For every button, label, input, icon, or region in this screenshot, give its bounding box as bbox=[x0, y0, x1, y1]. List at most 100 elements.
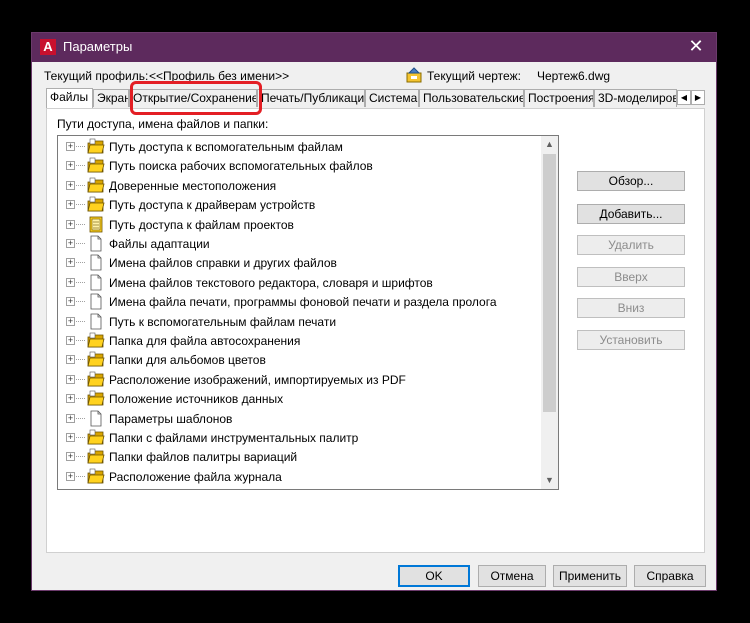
scroll-up-button[interactable]: ▲ bbox=[541, 136, 558, 153]
tree-item-label: Расположение файла журнала bbox=[109, 469, 282, 484]
tree-item-label: Папка для файла автосохранения bbox=[109, 334, 301, 348]
tree-connector bbox=[76, 204, 85, 206]
tree-connector bbox=[76, 437, 85, 438]
current-drawing-value: Чертеж6.dwg bbox=[537, 69, 611, 83]
tree-connector bbox=[76, 184, 85, 186]
help-button[interactable]: Справка bbox=[634, 565, 706, 587]
expand-icon[interactable]: + bbox=[66, 297, 75, 307]
apply-button[interactable]: Применить bbox=[553, 565, 627, 587]
move-up-button[interactable]: Вверх bbox=[577, 267, 685, 287]
tree-connector bbox=[76, 475, 85, 477]
tree-item[interactable]: + Путь к вспомогательным файлам печати bbox=[58, 312, 543, 331]
tab-open-save[interactable]: Открытие/Сохранение bbox=[129, 89, 257, 107]
tree-item-label: Путь к вспомогательным файлам печати bbox=[109, 314, 337, 329]
close-button[interactable]: ✕ bbox=[686, 36, 706, 56]
expand-icon[interactable]: + bbox=[66, 374, 75, 384]
expand-icon[interactable]: + bbox=[66, 239, 75, 248]
tree-connector bbox=[76, 146, 85, 147]
tree-item[interactable]: + Путь доступа к файлам проектов bbox=[58, 215, 543, 234]
expand-icon[interactable]: + bbox=[66, 471, 75, 481]
ok-button[interactable]: OK bbox=[398, 565, 470, 587]
scroll-down-button[interactable]: ▼ bbox=[541, 472, 558, 489]
expand-icon[interactable]: + bbox=[66, 142, 75, 151]
current-profile-label: Текущий профиль: bbox=[44, 69, 149, 83]
tree-connector bbox=[76, 243, 85, 244]
file-icon bbox=[87, 293, 105, 310]
tab-system[interactable]: Система bbox=[365, 89, 419, 107]
tab-scroll-left-button[interactable]: ◀ bbox=[677, 90, 691, 105]
tree-item[interactable]: + Путь доступа к вспомогательным файлам bbox=[58, 137, 543, 156]
tree-item-label: Путь доступа к драйверам устройств bbox=[109, 198, 316, 213]
move-down-button[interactable]: Вниз bbox=[577, 298, 685, 318]
search-paths-tree[interactable]: + Расположение файла журнала + Папки файлов… bbox=[57, 135, 559, 490]
expand-icon[interactable]: + bbox=[66, 433, 75, 442]
tree-item-label: Расположение изображений, импортируемых … bbox=[109, 372, 406, 387]
expand-icon[interactable]: + bbox=[66, 161, 75, 171]
expand-icon[interactable]: + bbox=[66, 316, 75, 326]
tab-drafting[interactable]: Построения bbox=[524, 89, 594, 107]
tab-files[interactable]: Файлы bbox=[46, 88, 93, 108]
tab-user-preferences[interactable]: Пользовательские bbox=[419, 89, 524, 107]
cancel-button[interactable]: Отмена bbox=[478, 565, 546, 587]
scroll-thumb[interactable] bbox=[543, 154, 556, 412]
expand-icon[interactable]: + bbox=[66, 200, 75, 210]
autocad-logo-icon: A bbox=[40, 39, 56, 55]
expand-icon[interactable]: + bbox=[66, 413, 75, 423]
tree-item-label: Имена файлов справки и других файлов bbox=[109, 256, 337, 271]
expand-icon[interactable]: + bbox=[66, 452, 75, 462]
set-current-button[interactable]: Установить bbox=[577, 330, 685, 350]
current-profile-value: <<Профиль без имени>> bbox=[149, 69, 290, 83]
tree-connector bbox=[76, 456, 85, 458]
tree-item[interactable]: + Путь доступа к драйверам устройств bbox=[58, 195, 543, 214]
tree-item[interactable]: + Путь поиска рабочих вспомогательных фай… bbox=[58, 156, 543, 175]
file-icon bbox=[87, 410, 105, 427]
tree-item[interactable]: + Доверенные местоположения bbox=[58, 176, 543, 195]
tree-item[interactable]: + Положение источников данных bbox=[58, 389, 543, 408]
tree-item-label: Путь доступа к вспомогательным файлам bbox=[109, 140, 343, 154]
tree-connector bbox=[76, 417, 85, 419]
tree-item[interactable]: + Папки с файлами инструментальных палитр bbox=[58, 428, 543, 447]
tree-connector bbox=[76, 320, 85, 322]
tree-item[interactable]: + Имена файла печати, программы фоновой п… bbox=[58, 292, 543, 311]
dialog-title: Параметры bbox=[63, 39, 133, 54]
tree-scrollbar[interactable]: ▲ ▼ bbox=[541, 136, 558, 489]
title-bar[interactable]: A Параметры ✕ bbox=[32, 33, 716, 62]
folder-icon bbox=[87, 448, 105, 465]
tree-item-label: Путь поиска рабочих вспомогательных файл… bbox=[109, 159, 373, 174]
tree-item[interactable]: + Расположение файла журнала bbox=[58, 467, 543, 486]
tree-item[interactable]: + Расположение изображений, импортируемых… bbox=[58, 370, 543, 389]
tree-item[interactable]: + Имена файлов текстового редактора, слов… bbox=[58, 273, 543, 292]
tree-connector bbox=[76, 301, 85, 303]
tree-item-label: Файлы адаптации bbox=[109, 237, 210, 251]
tab-strip: Файлы Экран Открытие/Сохранение Печать/П… bbox=[46, 88, 705, 108]
expand-icon[interactable]: + bbox=[66, 258, 75, 268]
tree-item-label: Папки с файлами инструментальных палитр bbox=[109, 431, 359, 445]
tree-item[interactable]: + Папки для альбомов цветов bbox=[58, 350, 543, 369]
tab-scroll-right-button[interactable]: ▶ bbox=[691, 90, 705, 105]
expand-icon[interactable]: + bbox=[66, 336, 75, 345]
expand-icon[interactable]: + bbox=[66, 394, 75, 404]
tab-plot-publish[interactable]: Печать/Публикация bbox=[257, 89, 365, 107]
folder-icon bbox=[87, 177, 105, 194]
add-button[interactable]: Добавить... bbox=[577, 204, 685, 224]
expand-icon[interactable]: + bbox=[66, 355, 75, 365]
tree-item-label: Папки файлов палитры вариаций bbox=[109, 450, 298, 465]
tree-item[interactable]: + Параметры шаблонов bbox=[58, 409, 543, 428]
browse-button[interactable]: Обзор... bbox=[577, 171, 685, 191]
tree-connector bbox=[76, 281, 85, 283]
expand-icon[interactable]: + bbox=[66, 180, 75, 190]
drawing-icon bbox=[406, 67, 422, 83]
tab-3d-modeling[interactable]: 3D-моделирова bbox=[594, 89, 677, 107]
expand-icon[interactable]: + bbox=[66, 219, 75, 229]
tree-item[interactable]: + Имена файлов справки и других файлов bbox=[58, 253, 543, 272]
tab-display[interactable]: Экран bbox=[93, 89, 129, 107]
remove-button[interactable]: Удалить bbox=[577, 235, 685, 255]
options-dialog: A Параметры ✕ Текущий профиль: <<Профиль… bbox=[31, 32, 717, 591]
tree-item-label: Папки для альбомов цветов bbox=[109, 353, 266, 368]
tree-connector bbox=[76, 223, 85, 225]
expand-icon[interactable]: + bbox=[66, 277, 75, 287]
current-drawing-label: Текущий чертеж: bbox=[427, 69, 521, 83]
tree-item[interactable]: + Файлы адаптации bbox=[58, 234, 543, 253]
tree-item[interactable]: + Папки файлов палитры вариаций bbox=[58, 447, 543, 466]
tree-item[interactable]: + Папка для файла автосохранения bbox=[58, 331, 543, 350]
